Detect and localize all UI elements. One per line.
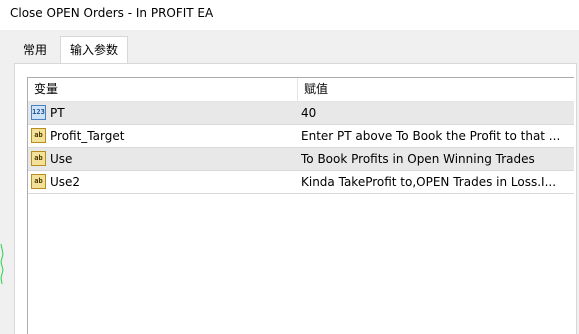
chart-line-fragment bbox=[0, 244, 4, 284]
tab-general[interactable]: 常用 bbox=[14, 38, 56, 62]
table-row[interactable]: ab Profit_Target Enter PT above To Book … bbox=[28, 125, 574, 147]
table-row[interactable]: ab Use2 Kinda TakeProfit to,OPEN Trades … bbox=[28, 171, 574, 193]
variable-value[interactable]: Kinda TakeProfit to,OPEN Trades in Loss.… bbox=[301, 171, 573, 193]
inputs-panel: 变量 赋值 123 PT 40 ab Profit_Target Enter P… bbox=[14, 63, 577, 334]
variable-name: Profit_Target bbox=[50, 129, 125, 143]
tab-strip: 常用 输入参数 bbox=[0, 36, 579, 64]
column-header-value[interactable]: 赋值 bbox=[298, 78, 574, 101]
variable-name: Use bbox=[50, 152, 73, 166]
variable-value[interactable]: 40 bbox=[301, 102, 573, 124]
table-row[interactable]: ab Use To Book Profits in Open Winning T… bbox=[28, 148, 574, 170]
window-title: Close OPEN Orders - In PROFIT EA bbox=[10, 6, 214, 20]
string-type-icon: ab bbox=[31, 151, 46, 166]
variable-value[interactable]: Enter PT above To Book the Profit to tha… bbox=[301, 125, 573, 147]
tab-inputs[interactable]: 输入参数 bbox=[60, 36, 128, 64]
string-type-icon: ab bbox=[31, 174, 46, 189]
string-type-icon: ab bbox=[31, 128, 46, 143]
table-row[interactable]: 123 PT 40 bbox=[28, 102, 574, 124]
number-type-icon: 123 bbox=[31, 105, 46, 120]
variable-name: Use2 bbox=[50, 175, 81, 189]
column-header-variable[interactable]: 变量 bbox=[28, 78, 298, 101]
ea-properties-dialog: Close OPEN Orders - In PROFIT EA 常用 输入参数… bbox=[0, 0, 579, 334]
parameters-table: 变量 赋值 123 PT 40 ab Profit_Target Enter P… bbox=[27, 77, 574, 334]
row-divider bbox=[28, 193, 574, 194]
table-header: 变量 赋值 bbox=[28, 78, 574, 102]
title-bar[interactable]: Close OPEN Orders - In PROFIT EA bbox=[0, 0, 579, 30]
variable-value[interactable]: To Book Profits in Open Winning Trades bbox=[301, 148, 573, 170]
variable-name: PT bbox=[50, 106, 65, 120]
